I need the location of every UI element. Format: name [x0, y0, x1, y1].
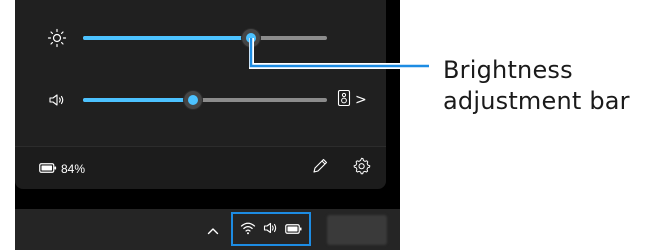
wifi-icon — [240, 220, 256, 239]
all-settings-button[interactable] — [349, 155, 375, 181]
gear-icon — [353, 157, 371, 179]
taskbar — [15, 209, 400, 250]
callout-line-1: Brightness — [443, 56, 573, 84]
volume-slider-thumb[interactable] — [183, 91, 202, 109]
brightness-slider-fill — [83, 36, 252, 40]
show-hidden-icons-button[interactable] — [205, 221, 221, 237]
pencil-icon — [311, 157, 329, 179]
brightness-slider-thumb[interactable] — [242, 29, 261, 47]
volume-icon — [47, 90, 67, 110]
speaker-icon — [337, 89, 351, 111]
quick-settings-tray-button[interactable] — [231, 212, 311, 246]
volume-slider-fill — [83, 98, 193, 102]
volume-row: > — [15, 88, 386, 112]
battery-icon — [285, 220, 302, 239]
brightness-row — [15, 26, 386, 50]
quick-settings-footer: 84% — [15, 146, 386, 189]
volume-slider[interactable] — [83, 91, 327, 109]
chevron-up-icon — [207, 220, 219, 239]
edit-quick-settings-button[interactable] — [307, 155, 333, 181]
battery-percent: 84% — [61, 161, 86, 176]
callout-label: Brightness adjustment bar — [443, 55, 658, 117]
brightness-icon — [47, 28, 67, 48]
sound-output-button[interactable]: > — [337, 89, 377, 111]
volume-icon — [263, 220, 279, 239]
annotated-screenshot: > 84% Brightness adjustment bar — [0, 0, 662, 250]
battery-status[interactable]: 84% — [39, 159, 85, 178]
quick-settings-panel: > 84% — [15, 0, 386, 189]
callout-line-2: adjustment bar — [443, 87, 630, 115]
battery-icon — [39, 159, 57, 178]
chevron-right-icon: > — [355, 92, 367, 108]
clock-blurred[interactable] — [327, 215, 387, 245]
brightness-slider[interactable] — [83, 29, 327, 47]
windows-screen: > 84% — [15, 0, 400, 250]
